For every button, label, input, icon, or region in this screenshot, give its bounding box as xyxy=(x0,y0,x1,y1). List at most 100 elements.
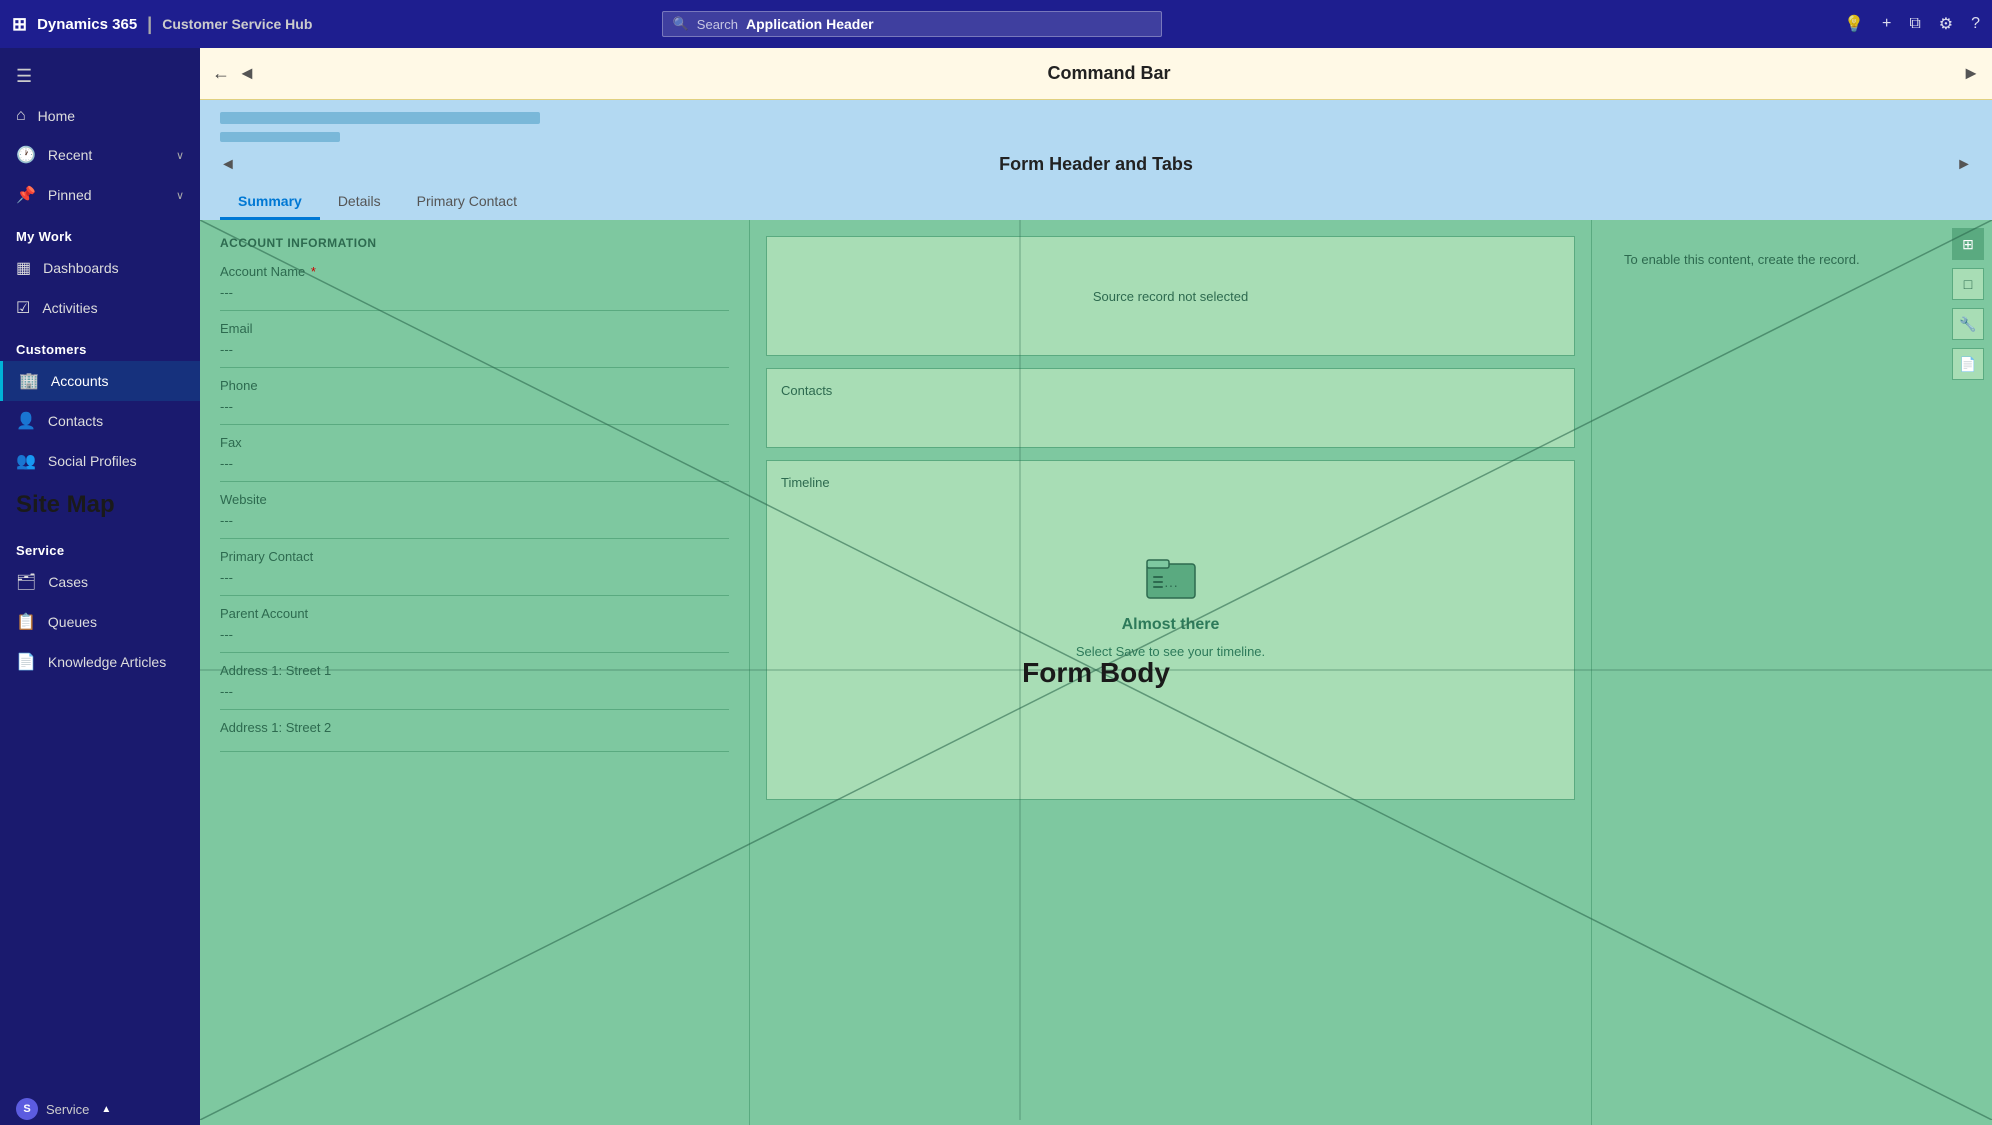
knowledge-icon: 📄 xyxy=(16,652,36,672)
timeline-empty-state: ··· Almost there Select Save to see your… xyxy=(781,530,1560,659)
waffle-icon[interactable]: ⊞ xyxy=(12,14,27,35)
sidebar-item-label: Social Profiles xyxy=(48,453,137,469)
account-name-value[interactable]: --- xyxy=(220,281,729,311)
address1-street2-label: Address 1: Street 2 xyxy=(220,720,729,735)
application-header-label: Application Header xyxy=(746,16,874,32)
timeline-label: Timeline xyxy=(781,475,1560,490)
phone-label: Phone xyxy=(220,378,729,393)
sidebar-item-contacts[interactable]: 👤 Contacts xyxy=(0,401,200,441)
command-bar: ← ◄ Command Bar ► xyxy=(200,48,1992,100)
sidebar-item-label: Recent xyxy=(48,147,92,163)
phone-field: Phone --- xyxy=(220,378,729,425)
fax-label: Fax xyxy=(220,435,729,450)
address1-street2-field: Address 1: Street 2 xyxy=(220,720,729,752)
help-icon[interactable]: ? xyxy=(1971,15,1980,33)
sidebar-item-label: Cases xyxy=(48,574,88,590)
filter-icon[interactable]: ⧉ xyxy=(1909,15,1920,33)
activities-icon: ☑ xyxy=(16,298,30,318)
cases-icon: 🗂 xyxy=(16,572,36,592)
sidebar-item-queues[interactable]: 📋 Queues xyxy=(0,602,200,642)
square-view-icon[interactable]: □ xyxy=(1952,268,1984,300)
form-arrow-left: ◄ xyxy=(220,156,236,174)
phone-value[interactable]: --- xyxy=(220,395,729,425)
plus-icon[interactable]: + xyxy=(1882,15,1891,33)
dashboards-icon: ▦ xyxy=(16,258,31,278)
pin-icon: 📌 xyxy=(16,185,36,205)
settings-icon[interactable]: ⚙ xyxy=(1939,14,1953,34)
form-header: ◄ Form Header and Tabs ► Summary Details… xyxy=(200,100,1992,220)
search-bar[interactable]: 🔍 Search Application Header xyxy=(662,11,1162,37)
sidebar-item-cases[interactable]: 🗂 Cases xyxy=(0,562,200,602)
fax-field: Fax --- xyxy=(220,435,729,482)
sidebar-toggle[interactable]: ☰ xyxy=(0,56,200,97)
my-work-section: My Work xyxy=(0,215,200,248)
contacts-panel: Contacts xyxy=(766,368,1575,448)
document-icon[interactable]: 📄 xyxy=(1952,348,1984,380)
primary-contact-label: Primary Contact xyxy=(220,549,729,564)
svg-text:···: ··· xyxy=(1164,577,1178,593)
social-icon: 👥 xyxy=(16,451,36,471)
command-bar-label: Command Bar xyxy=(264,63,1954,84)
sidebar-item-label: Queues xyxy=(48,614,97,630)
right-panel: To enable this content, create the recor… xyxy=(1592,220,1992,1125)
tab-summary[interactable]: Summary xyxy=(220,185,320,220)
sidebar-item-label: Contacts xyxy=(48,413,103,429)
timeline-folder-icon: ··· xyxy=(1143,550,1199,606)
website-label: Website xyxy=(220,492,729,507)
sidebar-item-social-profiles[interactable]: 👥 Social Profiles xyxy=(0,441,200,481)
form-header-label: Form Header and Tabs xyxy=(236,154,1956,175)
sidebar-item-label: Pinned xyxy=(48,187,92,203)
primary-contact-value[interactable]: --- xyxy=(220,566,729,596)
account-info-panel: ACCOUNT INFORMATION Account Name --- Ema… xyxy=(200,220,750,1125)
sidebar-item-activities[interactable]: ☑ Activities xyxy=(0,288,200,328)
header-actions: 💡 + ⧉ ⚙ ? xyxy=(1844,14,1980,34)
almost-there-title: Almost there xyxy=(1122,616,1220,634)
form-header-sub-bar xyxy=(220,132,340,142)
address1-street1-label: Address 1: Street 1 xyxy=(220,663,729,678)
sidebar-item-dashboards[interactable]: ▦ Dashboards xyxy=(0,248,200,288)
back-button[interactable]: ← xyxy=(212,63,230,84)
right-panel-icons: ⊞ □ 🔧 📄 xyxy=(1952,228,1984,380)
address1-street2-value[interactable] xyxy=(220,737,729,752)
sidebar-item-home[interactable]: ⌂ Home xyxy=(0,97,200,135)
bulb-icon[interactable]: 💡 xyxy=(1844,14,1864,34)
tab-details[interactable]: Details xyxy=(320,185,399,220)
accounts-icon: 🏢 xyxy=(19,371,39,391)
command-arrow-left: ◄ xyxy=(238,63,256,84)
header-divider: | xyxy=(147,14,152,35)
contacts-icon: 👤 xyxy=(16,411,36,431)
source-record-panel: Source record not selected xyxy=(766,236,1575,356)
sidebar-item-recent[interactable]: 🕐 Recent ∨ xyxy=(0,135,200,175)
sidebar-item-label: Accounts xyxy=(51,373,109,389)
app-name: Customer Service Hub xyxy=(162,16,312,32)
account-name-label: Account Name xyxy=(220,264,729,279)
fax-value[interactable]: --- xyxy=(220,452,729,482)
site-map-label: Site Map xyxy=(0,481,200,529)
email-field: Email --- xyxy=(220,321,729,368)
chevron-down-icon: ∨ xyxy=(176,149,184,162)
queues-icon: 📋 xyxy=(16,612,36,632)
almost-there-sub: Select Save to see your timeline. xyxy=(1076,644,1265,659)
sidebar-item-label: Home xyxy=(38,108,75,124)
home-icon: ⌂ xyxy=(16,107,26,125)
account-info-section-title: ACCOUNT INFORMATION xyxy=(220,236,729,250)
parent-account-value[interactable]: --- xyxy=(220,623,729,653)
address1-street1-value[interactable]: --- xyxy=(220,680,729,710)
email-value[interactable]: --- xyxy=(220,338,729,368)
service-section: Service xyxy=(0,529,200,562)
grid-view-icon[interactable]: ⊞ xyxy=(1952,228,1984,260)
main-layout: ☰ ⌂ Home 🕐 Recent ∨ 📌 Pinned ∨ My Work ▦… xyxy=(0,48,1992,1125)
wrench-icon[interactable]: 🔧 xyxy=(1952,308,1984,340)
sidebar: ☰ ⌂ Home 🕐 Recent ∨ 📌 Pinned ∨ My Work ▦… xyxy=(0,48,200,1125)
email-label: Email xyxy=(220,321,729,336)
command-arrow-right: ► xyxy=(1962,63,1980,84)
sidebar-item-knowledge-articles[interactable]: 📄 Knowledge Articles xyxy=(0,642,200,682)
website-field: Website --- xyxy=(220,492,729,539)
website-value[interactable]: --- xyxy=(220,509,729,539)
tab-primary-contact[interactable]: Primary Contact xyxy=(399,185,535,220)
recent-icon: 🕐 xyxy=(16,145,36,165)
sidebar-item-accounts[interactable]: 🏢 Accounts xyxy=(0,361,200,401)
sidebar-item-pinned[interactable]: 📌 Pinned ∨ xyxy=(0,175,200,215)
contacts-label: Contacts xyxy=(781,383,832,398)
primary-contact-field: Primary Contact --- xyxy=(220,549,729,596)
